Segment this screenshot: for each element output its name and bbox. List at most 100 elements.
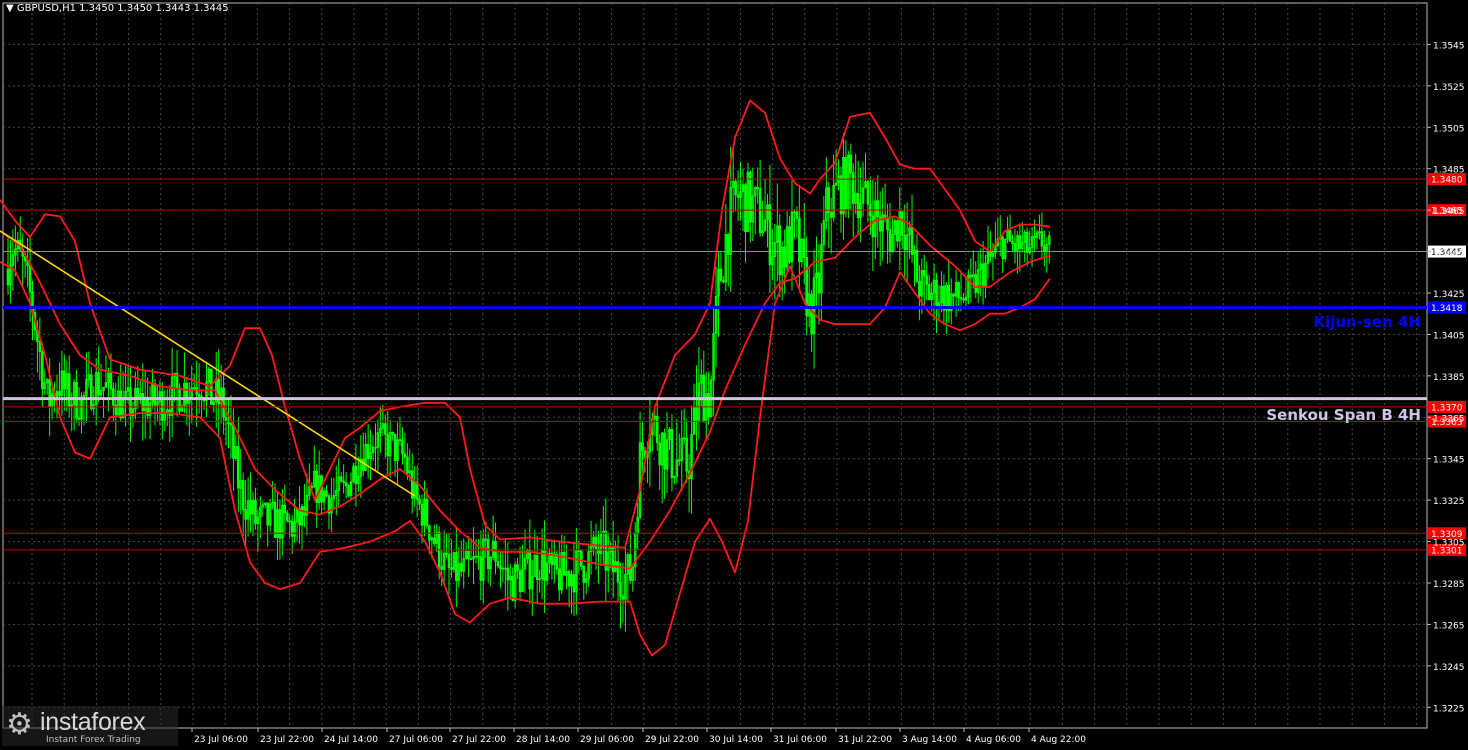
candle-body <box>290 520 294 537</box>
candle-body <box>75 382 78 419</box>
candle-body <box>347 485 350 496</box>
candle-body <box>974 274 978 293</box>
candle-body <box>119 390 123 419</box>
candle-body <box>432 537 436 544</box>
candle-body <box>425 498 429 527</box>
candle-body <box>479 556 483 581</box>
candle-body <box>1001 236 1004 260</box>
candle-body <box>619 581 622 597</box>
candle-body <box>535 555 539 580</box>
candle-body <box>685 437 688 472</box>
candle-body <box>418 498 421 505</box>
annotation-label: Kijun-sen 4H <box>1314 313 1421 331</box>
candle-body <box>391 432 394 435</box>
candle-body <box>768 204 772 266</box>
candle-body <box>1013 243 1017 251</box>
y-tick-label: 1.3285 <box>1433 580 1465 590</box>
candle-body <box>406 456 409 474</box>
candle-body <box>655 415 659 444</box>
logo-tagline: Instant Forex Trading <box>46 735 141 745</box>
y-tick-label: 1.3345 <box>1433 456 1465 466</box>
price-axis: 1.3545 1.3525 1.3505 1.3485 1.3465 1.3445 1.34… <box>1427 41 1465 714</box>
candle-body <box>383 423 387 435</box>
candle-body <box>58 391 61 396</box>
candle-body <box>77 417 81 420</box>
candle-body <box>959 297 963 300</box>
candle-body <box>112 388 115 406</box>
candle-body <box>543 550 546 581</box>
candle-body <box>888 229 892 252</box>
x-tick-label: 29 Jul 22:00 <box>645 735 699 745</box>
candle-body <box>641 442 644 452</box>
candle-body <box>38 341 42 352</box>
candle-body <box>886 217 889 231</box>
candle-body <box>224 416 228 422</box>
x-tick-label: 28 Jul 14:00 <box>516 735 570 745</box>
candle-body <box>477 555 480 558</box>
bollinger-upper-line <box>0 99 1051 549</box>
candle-body <box>469 558 473 561</box>
x-tick-label: 31 Jul 06:00 <box>773 735 827 745</box>
candle-body <box>511 576 514 601</box>
candle-body <box>197 393 201 397</box>
candle-body <box>866 181 870 205</box>
candle-body <box>129 387 132 417</box>
candle-body <box>758 188 762 234</box>
y-tick-label: 1.3465 <box>1433 207 1465 217</box>
y-tick-label: 1.3325 <box>1433 497 1465 507</box>
time-axis: 23 Jul 06:00 23 Jul 22:00 24 Jul 14:00 27 J… <box>191 728 1086 745</box>
candle-body <box>839 175 843 215</box>
candle-body <box>467 551 470 560</box>
candle-body <box>266 502 269 526</box>
candle-body <box>580 550 583 567</box>
x-tick-label: 24 Jul 14:00 <box>324 735 378 745</box>
candle-body <box>273 501 277 538</box>
candle-body <box>90 374 93 409</box>
level-label: 1.3370 <box>1431 403 1463 413</box>
candle-body <box>788 226 791 263</box>
candle-body <box>695 406 698 423</box>
candle-body <box>518 570 522 593</box>
candle-body <box>222 387 225 418</box>
candle-body <box>288 520 292 523</box>
candle-body <box>401 439 404 455</box>
collapse-triangle-icon[interactable]: ▼ <box>6 3 14 14</box>
candle-body <box>611 547 615 573</box>
candle-body <box>325 490 328 497</box>
candle-body <box>734 181 737 196</box>
candle-body <box>851 172 855 204</box>
candle-body <box>1018 235 1022 249</box>
candle-body <box>817 272 821 294</box>
horizontal-levels: 1.34801.34651.34451.34181.33701.33631.33… <box>3 173 1466 556</box>
candle-body <box>450 567 453 570</box>
price-chart[interactable]: 1.34801.34651.34451.34181.33701.33631.33… <box>0 0 1468 750</box>
candle-body <box>969 274 973 278</box>
x-tick-label: 4 Aug 06:00 <box>966 735 1021 745</box>
y-tick-label: 1.3545 <box>1433 41 1465 51</box>
candle-body <box>756 187 759 190</box>
candle-body <box>722 280 725 283</box>
candle-body <box>41 351 44 390</box>
y-tick-label: 1.3525 <box>1433 83 1465 93</box>
y-tick-label: 1.3385 <box>1433 373 1465 383</box>
candle-body <box>232 424 235 459</box>
candle-body <box>871 215 875 238</box>
candle-body <box>374 446 377 449</box>
candle-body <box>594 536 598 550</box>
gear-icon: ⚙ <box>6 707 33 742</box>
y-tick-label: 1.3305 <box>1433 539 1465 549</box>
candle-body <box>749 171 752 223</box>
y-tick-label: 1.3425 <box>1433 290 1465 300</box>
candle-body <box>910 227 914 255</box>
y-tick-label: 1.3485 <box>1433 166 1465 176</box>
candle-body <box>918 281 921 297</box>
candle-body <box>1011 240 1014 244</box>
candle-body <box>403 453 407 458</box>
candle-body <box>952 293 955 297</box>
candle-body <box>798 217 801 262</box>
candle-body <box>1033 235 1036 239</box>
annotation-label: Senkou Span B 4H <box>1266 406 1421 424</box>
candle-body <box>48 379 51 407</box>
candle-body <box>236 446 240 489</box>
level-label: 1.3480 <box>1431 176 1463 186</box>
